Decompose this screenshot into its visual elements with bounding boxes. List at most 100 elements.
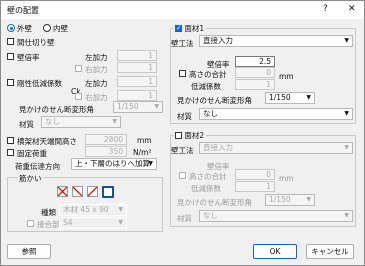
panel1-title-wrap: 面材1 [173, 23, 207, 34]
fixed-load-field[interactable]: 350 [85, 146, 127, 157]
left-force2-field[interactable]: 1 [117, 76, 157, 87]
chevron-down-icon: ▼ [306, 196, 311, 203]
partition-label: 間仕切り壁 [17, 38, 55, 47]
chevron-down-icon: ▼ [154, 103, 159, 110]
outer-wall-radio[interactable] [7, 24, 15, 32]
right-force-checkbox[interactable] [75, 65, 82, 72]
panel1-reduction-field[interactable]: 1 [235, 79, 275, 90]
load-dir-value: 上・下層のはりへ加算 [75, 159, 150, 168]
beam-height-field[interactable]: 2800 [85, 134, 127, 145]
panel1-method-label: 壁工法 [171, 39, 194, 48]
panel1-height-field[interactable]: 0 [235, 67, 275, 78]
help-button[interactable]: ? [323, 4, 328, 14]
panel2-unit: mm [279, 174, 294, 183]
close-button[interactable]: ✕ [348, 4, 356, 14]
panel1-reduction-label: 低減係数 [191, 82, 221, 91]
panel2-reduction-field[interactable]: 1 [235, 181, 275, 192]
reference-button[interactable]: 参照 [7, 244, 51, 259]
fixed-load-checkbox[interactable] [7, 149, 14, 156]
apparent-section-label: 見かけのせん断変形角 [19, 105, 94, 114]
chevron-down-icon: ▼ [344, 110, 349, 117]
beam-height-unit: mm [137, 136, 152, 145]
partition-checkbox[interactable] [7, 38, 14, 45]
panel1-method-value: 直接入力 [203, 36, 233, 45]
material-select[interactable]: なし ▼ [41, 116, 121, 128]
panel1-apparent-value: 1/150 [269, 93, 291, 102]
panel2-method-select[interactable]: 直接入力 ▼ [199, 142, 353, 154]
diagonal-brace-icon [72, 186, 83, 197]
panel2-material-select[interactable]: なし ▼ [199, 210, 353, 222]
outer-wall-label: 外壁 [17, 24, 32, 33]
cross-brace-icon [57, 186, 68, 197]
joint-value: S4 [63, 218, 73, 227]
panel2-height-checkbox[interactable] [179, 172, 186, 179]
panel1-apparent-select[interactable]: 1/150 ▼ [265, 92, 315, 104]
panel2-material-value: なし [203, 211, 218, 220]
ok-button[interactable]: OK [253, 244, 297, 259]
kind-select[interactable]: 木材 45 x 90 ▼ [59, 204, 127, 216]
fixed-load-label: 固定荷重 [17, 149, 47, 158]
kind-value: 木材 45 x 90 [63, 205, 109, 214]
chevron-down-icon: ▼ [306, 94, 311, 101]
panel1-material-label: 材質 [177, 112, 192, 121]
apparent-section-value: 1/150 [117, 102, 139, 111]
chevron-down-icon: ▼ [118, 219, 123, 226]
cancel-button[interactable]: キャンセル [306, 244, 354, 259]
title-bar: 壁の配置 ? ✕ [1, 1, 364, 19]
chevron-down-icon: ▼ [112, 118, 117, 125]
right-force2-checkbox[interactable] [75, 93, 82, 100]
brace-group-title: 筋かい [17, 173, 44, 184]
inner-wall-radio[interactable] [43, 24, 51, 32]
apparent-section-select[interactable]: 1/150 ▼ [113, 101, 163, 113]
right-force2-label: 右加力 [85, 93, 108, 102]
chevron-down-icon: ▼ [344, 144, 349, 151]
dialog-title: 壁の配置 [7, 6, 39, 15]
panel2-apparent-select[interactable]: 1/150 ▼ [265, 194, 315, 206]
beam-height-label: 横架材天端間高さ [17, 137, 77, 146]
rigidity-label: 剛性低減係数 [17, 79, 62, 88]
brace-diag-right-button[interactable] [87, 186, 98, 197]
panel1-height-checkbox[interactable] [179, 70, 186, 77]
joint-select[interactable]: S4 ▼ [59, 217, 127, 229]
chevron-down-icon: ▼ [148, 160, 153, 167]
joint-checkbox[interactable] [27, 220, 34, 227]
panel2-height-label: 高さの合計 [189, 172, 227, 181]
panel2-title-wrap: 面材2 [173, 130, 207, 141]
kind-label: 種類 [41, 208, 56, 217]
left-force-label: 左加力 [85, 53, 108, 62]
load-dir-select[interactable]: 上・下層のはりへ加算 ▼ [71, 158, 157, 170]
panel1-method-select[interactable]: 直接入力 ▼ [199, 35, 353, 47]
material-label: 材質 [19, 120, 34, 129]
wall-ratio-label: 壁倍率 [17, 53, 40, 62]
rigidity-checkbox[interactable] [7, 79, 14, 86]
right-force-label: 右加力 [85, 65, 108, 74]
right-force-field[interactable]: 1 [117, 62, 157, 73]
right-force2-field[interactable]: 1 [117, 90, 157, 101]
brace-cross-x-button[interactable] [57, 186, 68, 197]
brace-none-button[interactable] [102, 186, 114, 198]
panel2-title: 面材2 [184, 131, 205, 140]
panel2-height-field[interactable]: 0 [235, 169, 275, 180]
material-value: なし [45, 117, 60, 126]
panel2-method-value: 直接入力 [203, 143, 233, 152]
panel1-unit: mm [279, 72, 294, 81]
panel1-wall-ratio-field[interactable]: 2.5 [235, 56, 275, 67]
brace-diag-left-button[interactable] [72, 186, 83, 197]
panel2-apparent-label: 見かけのせん断変形角 [177, 198, 252, 207]
panel2-reduction-label: 低減係数 [191, 184, 221, 193]
panel2-method-label: 壁工法 [171, 146, 194, 155]
chevron-down-icon: ▼ [344, 212, 349, 219]
load-dir-label: 荷重伝達方向 [15, 162, 60, 171]
wall-ratio-checkbox[interactable] [7, 53, 14, 60]
panel1-material-select[interactable]: なし ▼ [199, 108, 353, 120]
joint-label: 接合部 [37, 220, 60, 229]
dialog-window: 壁の配置 ? ✕ 外壁 内壁 間仕切り壁 壁倍率 左加力 1 右加力 1 剛性低… [0, 0, 365, 266]
chevron-down-icon: ▼ [344, 37, 349, 44]
panel1-checkbox[interactable] [175, 24, 182, 32]
panel1-apparent-label: 見かけのせん断変形角 [177, 96, 252, 105]
panel1-material-value: なし [203, 109, 218, 118]
left-force-field[interactable]: 1 [117, 50, 157, 61]
panel2-checkbox[interactable] [175, 132, 182, 139]
panel1-title: 面材1 [184, 24, 205, 33]
beam-height-checkbox[interactable] [7, 137, 14, 144]
